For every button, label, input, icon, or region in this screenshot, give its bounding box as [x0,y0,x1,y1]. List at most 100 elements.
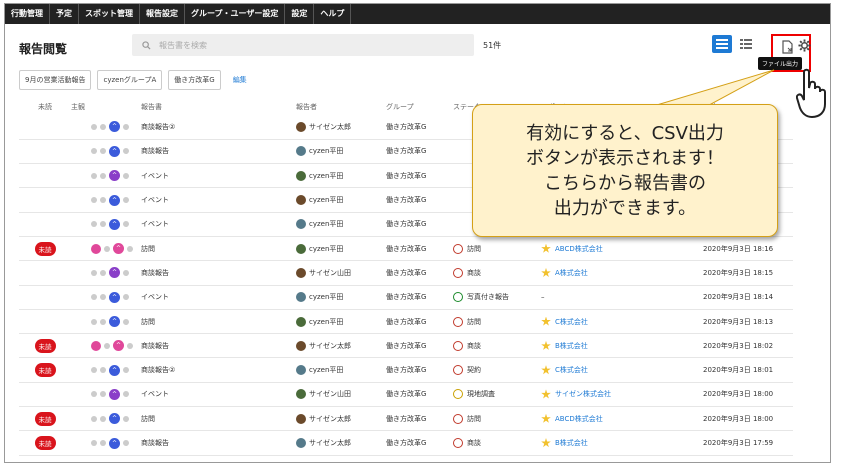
report-name[interactable]: 商談報告② [141,357,296,383]
mood-icon[interactable]: ^ [109,364,120,376]
spot-link[interactable]: C株式会社 [555,318,588,326]
mood-icon[interactable]: ^ [109,437,120,449]
col-unread[interactable]: 未読 [19,99,71,115]
mood-icon[interactable]: ^ [109,121,120,133]
report-name[interactable]: イベント [141,163,296,189]
table-row[interactable]: ^ イベント cyzen平田 働き方改革G 写真付き報告 – 2020年9月3日 18:14 [19,285,793,310]
search-input[interactable]: 報告書を検索 [132,34,474,56]
reaction-dot-icon[interactable] [91,294,97,301]
reaction-dot-icon[interactable] [127,245,133,252]
nav-item[interactable]: グループ・ユーザー設定 [185,4,286,24]
filter-tag[interactable]: 働き方改革G [168,70,221,90]
reaction-dot-icon[interactable] [91,367,97,374]
mood-icon[interactable]: ^ [109,267,120,279]
report-name[interactable]: 商談報告 [141,260,296,286]
reaction-dot-icon[interactable] [123,221,129,228]
reaction-dot-icon[interactable] [123,367,129,374]
edit-filters-link[interactable]: 編集 [233,75,247,85]
reaction-dot-icon[interactable] [91,221,97,228]
reaction-dot-icon[interactable] [100,197,106,204]
report-name[interactable]: イベント [141,285,296,310]
spot-link[interactable]: サイゼン株式会社 [555,390,611,398]
reaction-dot-icon[interactable] [100,440,106,446]
filter-tag[interactable]: 9月の営業活動報告 [19,70,92,90]
col-group[interactable]: グループ [386,99,453,115]
reaction-dot-icon[interactable] [91,340,101,351]
nav-item[interactable]: 設定 [285,4,315,24]
reaction-dot-icon[interactable] [100,318,106,325]
nav-item[interactable]: 行動管理 [5,4,50,24]
reaction-dot-icon[interactable] [104,342,110,349]
mood-icon[interactable]: ^ [109,291,120,303]
table-row[interactable]: 未読 ^ 商談報告 サイゼン太郎 働き方改革G 商談 B株式会社 2020年9月3日 18:0… [19,333,793,359]
spot-link[interactable]: B株式会社 [555,342,588,350]
reaction-dot-icon[interactable] [100,391,106,398]
reaction-dot-icon[interactable] [123,294,129,301]
reaction-dot-icon[interactable] [123,269,129,276]
table-row[interactable]: ^ 訪問 cyzen平田 働き方改革G 訪問 C株式会社 2020年9月3日 18:13 [19,309,793,335]
mood-icon[interactable]: ^ [109,316,120,328]
reaction-dot-icon[interactable] [100,148,106,155]
reaction-dot-icon[interactable] [91,440,97,446]
col-subjective[interactable]: 主観 [71,99,141,115]
reaction-dot-icon[interactable] [91,318,97,325]
reaction-dot-icon[interactable] [91,172,97,179]
spot-link[interactable]: ABCD株式会社 [555,415,603,423]
table-row[interactable]: 未読 ^ 商談報告② cyzen平田 働き方改革G 契約 C株式会社 2020年9月3日 18… [19,357,793,383]
table-row[interactable]: 未読 ^ 訪問 cyzen平田 働き方改革G 訪問 ABCD株式会社 2020年9月3日 18… [19,236,793,262]
nav-item[interactable]: 報告設定 [140,4,185,24]
grid-view-button[interactable] [736,35,756,53]
report-name[interactable]: 商談報告 [141,333,296,359]
reaction-dot-icon[interactable] [123,440,129,446]
filter-tag[interactable]: cyzenグループA [97,70,163,90]
gear-icon[interactable] [798,39,811,52]
reaction-dot-icon[interactable] [91,197,97,204]
reaction-dot-icon[interactable] [100,415,106,422]
nav-item[interactable]: 予定 [50,4,79,24]
reaction-dot-icon[interactable] [123,123,129,130]
reaction-dot-icon[interactable] [104,245,110,252]
spot-link[interactable]: C株式会社 [555,366,588,374]
reaction-dot-icon[interactable] [100,367,106,374]
reaction-dot-icon[interactable] [123,148,129,155]
table-row[interactable]: ^ イベント サイゼン山田 働き方改革G 現地調査 サイゼン株式会社 2020年9月3日 1… [19,382,793,408]
col-reporter[interactable]: 報告者 [296,99,386,115]
reaction-dot-icon[interactable] [123,197,129,204]
report-name[interactable]: イベント [141,382,296,408]
spot-link[interactable]: ABCD株式会社 [555,245,603,253]
reaction-dot-icon[interactable] [100,294,106,301]
report-name[interactable]: 商談報告 [141,430,296,456]
report-name[interactable]: 訪問 [141,309,296,335]
report-name[interactable]: 訪問 [141,236,296,262]
report-name[interactable]: イベント [141,212,296,237]
table-row[interactable]: ^ 商談報告 サイゼン山田 働き方改革G 商談 A株式会社 2020年9月3日 18:15 [19,260,793,286]
reaction-dot-icon[interactable] [91,243,101,254]
report-name[interactable]: 商談報告 [141,139,296,165]
list-view-button[interactable] [712,35,732,53]
reaction-dot-icon[interactable] [100,269,106,276]
reaction-dot-icon[interactable] [123,318,129,325]
reaction-dot-icon[interactable] [123,172,129,179]
reaction-dot-icon[interactable] [123,415,129,422]
report-name[interactable]: イベント [141,187,296,213]
nav-item[interactable]: スポット管理 [79,4,140,24]
report-name[interactable]: 商談報告② [141,115,296,140]
mood-icon[interactable]: ^ [109,388,120,400]
reaction-dot-icon[interactable] [91,269,97,276]
mood-icon[interactable]: ^ [109,218,120,230]
table-row[interactable]: 未読 ^ 訪問 サイゼン太郎 働き方改革G 訪問 ABCD株式会社 2020年9月3日 18:… [19,406,793,432]
mood-icon[interactable]: ^ [109,145,120,157]
mood-icon[interactable]: ^ [109,194,120,206]
report-name[interactable]: 訪問 [141,406,296,432]
mood-icon[interactable]: ^ [113,243,124,255]
reaction-dot-icon[interactable] [91,415,97,422]
table-row[interactable]: 未読 ^ 商談報告 サイゼン太郎 働き方改革G 商談 B株式会社 2020年9月3日 17:5… [19,430,793,456]
spot-link[interactable]: B株式会社 [555,439,588,447]
reaction-dot-icon[interactable] [100,123,106,130]
mood-icon[interactable]: ^ [113,340,124,352]
col-report[interactable]: 報告書 [141,99,296,115]
reaction-dot-icon[interactable] [100,172,106,179]
mood-icon[interactable]: ^ [109,413,120,425]
reaction-dot-icon[interactable] [123,391,129,398]
nav-item[interactable]: ヘルプ [314,4,352,24]
